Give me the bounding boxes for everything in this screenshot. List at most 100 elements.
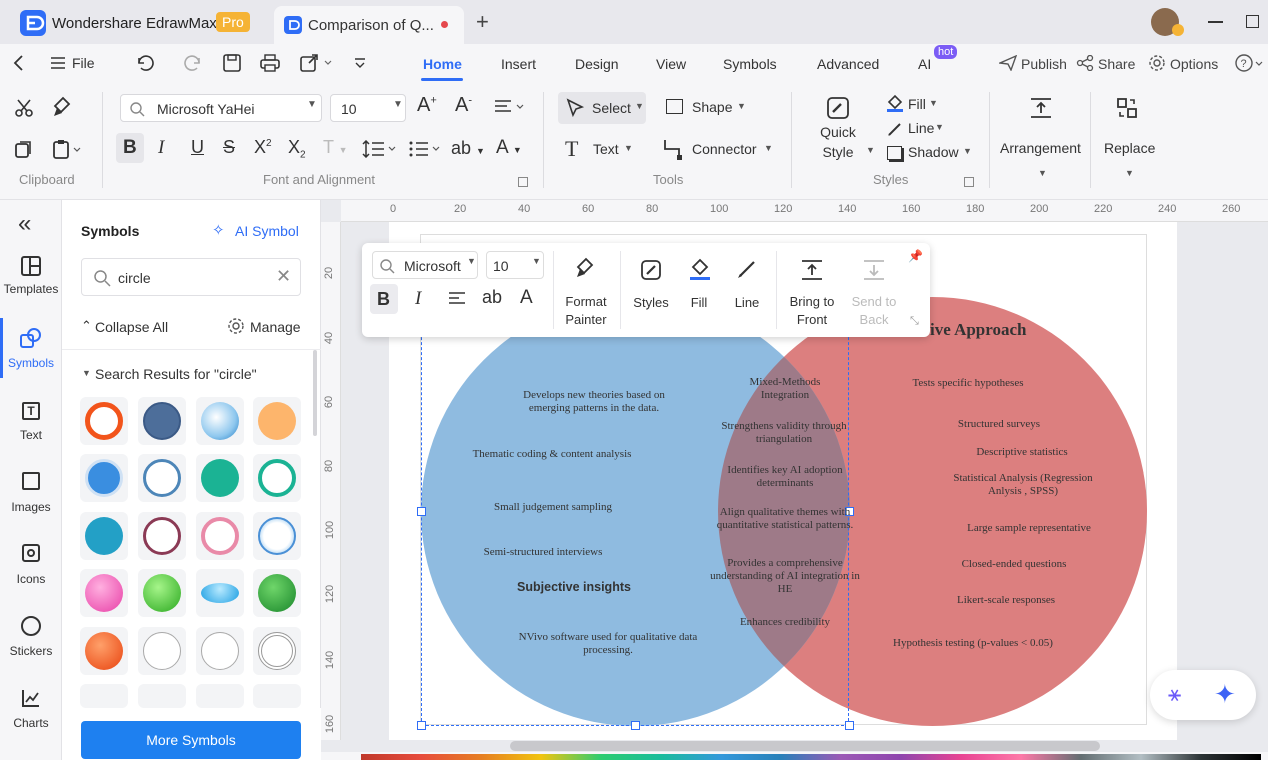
symbol-circle[interactable] <box>253 454 301 502</box>
nav-stickers[interactable]: Stickers <box>0 616 62 658</box>
resize-handle[interactable] <box>417 721 426 730</box>
collapse-all-button[interactable]: Collapse All <box>95 319 168 335</box>
new-tab-button[interactable]: + <box>476 9 489 35</box>
align-icon[interactable] <box>494 99 526 115</box>
more-symbols-button[interactable]: More Symbols <box>81 721 301 759</box>
symbol-circle[interactable] <box>196 512 244 560</box>
strikethrough-icon[interactable]: S <box>223 137 235 158</box>
symbol-circle[interactable] <box>196 397 244 445</box>
symbol-circle[interactable] <box>253 684 301 708</box>
symbol-circle[interactable] <box>253 512 301 560</box>
pro-badge[interactable]: Pro <box>216 12 250 32</box>
select-tool-button[interactable]: Select ▼ <box>558 92 646 124</box>
redo-icon[interactable] <box>184 53 204 73</box>
save-icon[interactable] <box>222 53 242 73</box>
expand-icon[interactable] <box>518 177 528 187</box>
tab-design[interactable]: Design <box>575 56 619 72</box>
venn-text[interactable]: Tests specific hypotheses <box>898 377 1038 390</box>
tab-symbols[interactable]: Symbols <box>723 56 777 72</box>
symbol-circle[interactable] <box>80 684 128 708</box>
venn-text[interactable]: Semi-structured interviews <box>470 546 616 559</box>
horizontal-scrollbar[interactable] <box>510 741 1100 751</box>
tab-home[interactable]: Home <box>423 56 462 72</box>
right-circle-title[interactable]: ive Approach <box>930 320 1027 340</box>
maximize-icon[interactable] <box>1246 15 1259 28</box>
share-button[interactable]: Share <box>1098 56 1135 72</box>
nav-icons[interactable]: Icons <box>0 544 62 586</box>
nav-symbols[interactable]: Symbols <box>0 328 62 370</box>
fill-button[interactable]: Fill <box>908 96 926 112</box>
help-icon[interactable]: ? <box>1235 53 1263 73</box>
decrease-font-icon[interactable]: A- <box>455 94 472 117</box>
line-spacing-icon[interactable] <box>362 140 398 158</box>
collapse-panel-icon[interactable]: « <box>18 210 31 238</box>
symbol-circle[interactable] <box>80 397 128 445</box>
increase-font-icon[interactable]: A+ <box>417 94 437 117</box>
send-to-back-button[interactable]: Send to Back <box>844 293 904 329</box>
venn-text[interactable]: Structured surveys <box>944 418 1054 431</box>
undo-icon[interactable] <box>134 53 156 73</box>
font-family-select[interactable]: Microsoft YaHei ▼ <box>120 94 322 122</box>
symbol-circle[interactable] <box>196 454 244 502</box>
venn-text[interactable]: Thematic coding & content analysis <box>460 448 644 461</box>
tab-advanced[interactable]: Advanced <box>817 56 879 72</box>
venn-text[interactable]: Small judgement sampling <box>480 501 626 514</box>
symbol-circle[interactable] <box>138 684 186 708</box>
venn-text[interactable]: Likert-scale responses <box>944 594 1068 607</box>
symbol-search-input[interactable]: circle ✕ <box>81 258 301 296</box>
venn-text[interactable]: Strengthens validity through triangulati… <box>710 420 858 446</box>
tab-ai[interactable]: AI <box>918 56 931 72</box>
line-button[interactable]: Line <box>728 294 766 312</box>
format-brush-icon[interactable] <box>51 96 73 118</box>
color-swatches[interactable] <box>361 754 1261 760</box>
paste-icon[interactable] <box>52 138 84 160</box>
font-size-select[interactable]: 10 ▼ <box>330 94 406 122</box>
nav-charts[interactable]: Charts <box>0 688 62 730</box>
venn-text[interactable]: Enhances credibility <box>730 616 840 629</box>
shadow-button[interactable]: Shadow <box>908 144 959 160</box>
font-color-icon[interactable]: A <box>520 287 533 309</box>
nav-text[interactable]: T Text <box>0 402 62 442</box>
resize-handle[interactable] <box>417 507 426 516</box>
symbol-circle[interactable] <box>196 627 244 675</box>
float-size-select[interactable]: 10 ▼ <box>486 251 544 279</box>
ai-symbol-button[interactable]: AI Symbol <box>235 223 299 239</box>
tab-insert[interactable]: Insert <box>501 56 536 72</box>
venn-text[interactable]: Closed-ended questions <box>952 558 1076 571</box>
minimize-icon[interactable] <box>1208 21 1223 23</box>
line-button[interactable]: Line <box>908 120 934 136</box>
tab-view[interactable]: View <box>656 56 686 72</box>
nav-templates[interactable]: Templates <box>0 256 62 296</box>
underline-icon[interactable]: U <box>191 137 204 158</box>
symbol-circle[interactable] <box>80 454 128 502</box>
resize-handle[interactable] <box>631 721 640 730</box>
symbol-circle[interactable] <box>80 512 128 560</box>
more-icon[interactable] <box>353 56 367 70</box>
styles-button[interactable]: Styles <box>628 294 674 312</box>
document-tab[interactable]: Comparison of Q... <box>274 6 464 44</box>
options-button[interactable]: Options <box>1170 56 1218 72</box>
shape-tool-button[interactable]: Shape <box>692 99 732 115</box>
venn-text[interactable]: Descriptive statistics <box>962 446 1082 459</box>
venn-text[interactable]: NVivo software used for qualitative data… <box>508 631 708 657</box>
bring-to-front-button[interactable]: Bring to Front <box>782 293 842 329</box>
venn-text[interactable]: Identifies key AI adoption determinants <box>718 464 852 490</box>
expand-icon[interactable] <box>964 177 974 187</box>
symbol-circle[interactable] <box>138 512 186 560</box>
magic-wand-icon[interactable]: ⚹ <box>1168 681 1181 707</box>
connector-tool-button[interactable]: Connector <box>692 141 757 157</box>
venn-text[interactable]: Mixed-Methods Integration <box>737 376 833 402</box>
file-menu[interactable]: File <box>72 55 95 71</box>
float-bold-button[interactable]: B <box>370 284 398 314</box>
print-icon[interactable] <box>259 53 281 73</box>
bullet-list-icon[interactable] <box>408 140 444 158</box>
font-color-icon[interactable]: A ▼ <box>496 137 522 159</box>
subscript-icon[interactable]: X2 <box>288 137 306 161</box>
italic-icon[interactable]: I <box>415 288 421 310</box>
italic-icon[interactable]: I <box>158 137 164 159</box>
pin-icon[interactable]: 📌 <box>908 249 923 263</box>
ai-sparkle-icon[interactable]: ✦ <box>1214 679 1236 710</box>
back-icon[interactable] <box>12 54 26 72</box>
venn-text[interactable]: Align qualitative themes with quantitati… <box>703 506 867 532</box>
quick-style-button[interactable]: Quick Style <box>820 122 856 162</box>
